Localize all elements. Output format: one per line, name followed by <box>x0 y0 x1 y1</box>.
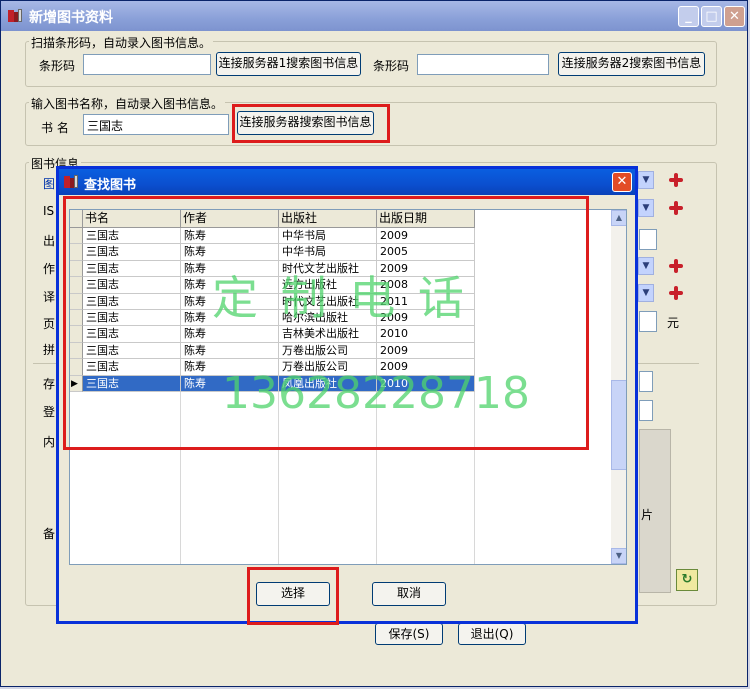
barcode-label-2: 条形码 <box>373 59 410 73</box>
scroll-down-arrow-icon[interactable]: ▼ <box>611 548 626 564</box>
save-button[interactable]: 保存(S) <box>375 623 443 645</box>
scroll-up-arrow-icon[interactable]: ▲ <box>611 210 626 226</box>
add-type-plus-icon[interactable] <box>669 173 683 187</box>
type-dropdown-arrow[interactable]: ▼ <box>638 171 654 189</box>
info-label-pinyin: 拼 <box>43 343 56 357</box>
search-server1-button[interactable]: 连接服务器1搜索图书信息 <box>216 52 361 76</box>
dialog-close-icon: ✕ <box>616 174 628 189</box>
maximize-button[interactable]: □ <box>701 6 722 27</box>
watermark-text-line1: 定 制 电 话 <box>212 271 468 325</box>
exit-button[interactable]: 退出(Q) <box>458 623 526 645</box>
info-label-remark: 备 <box>43 527 56 541</box>
name-group-legend: 输入图书名称，自动录入图书信息。 <box>29 95 226 112</box>
add-author-plus-icon[interactable] <box>669 259 683 273</box>
barcode-label-1: 条形码 <box>39 59 76 73</box>
add-translator-plus-icon[interactable] <box>669 286 683 300</box>
main-title-bar[interactable]: 新增图书资料 _ □ ✕ <box>1 1 747 31</box>
info-label-type: 图 <box>43 177 56 191</box>
dialog-title: 查找图书 <box>84 178 137 193</box>
info-label-author: 作 <box>43 262 56 276</box>
app-book-icon <box>7 8 23 24</box>
publisher-field-edge[interactable] <box>639 229 657 250</box>
close-button[interactable]: ✕ <box>724 6 745 27</box>
isbn-dropdown-arrow[interactable]: ▼ <box>638 199 654 217</box>
info-label-isbn: IS <box>43 204 55 218</box>
price-field-edge[interactable] <box>639 311 657 332</box>
cancel-button[interactable]: 取消 <box>372 582 446 606</box>
maximize-icon: □ <box>705 9 718 24</box>
photo-label-fragment: 片 <box>641 508 654 522</box>
info-label-stock: 存 <box>43 377 56 391</box>
main-window-title: 新增图书资料 <box>29 10 113 26</box>
search-server2-button[interactable]: 连接服务器2搜索图书信息 <box>558 52 705 76</box>
info-label-pages: 页 <box>43 317 56 331</box>
author-dropdown-arrow[interactable]: ▼ <box>638 257 654 275</box>
scroll-thumb[interactable] <box>611 380 626 470</box>
close-icon: ✕ <box>729 9 740 24</box>
info-label-translator: 译 <box>43 290 56 304</box>
book-name-input[interactable]: 三国志 <box>83 114 229 135</box>
dialog-close-button[interactable]: ✕ <box>612 172 632 192</box>
highlight-box-select <box>247 567 339 625</box>
translator-dropdown-arrow[interactable]: ▼ <box>638 284 654 302</box>
highlight-box-search <box>232 104 390 143</box>
info-label-publisher: 出 <box>43 234 56 248</box>
grid-vertical-scrollbar[interactable]: ▲ ▼ <box>611 210 626 564</box>
minimize-icon: _ <box>685 9 692 24</box>
minimize-button[interactable]: _ <box>678 6 699 27</box>
register-field-edge[interactable] <box>639 400 653 421</box>
dialog-title-bar[interactable]: 查找图书 ✕ <box>59 169 635 195</box>
upload-photo-arrow-icon[interactable]: ↻ <box>676 569 698 591</box>
scan-group-legend: 扫描条形码，自动录入图书信息。 <box>29 34 214 51</box>
info-label-content: 内 <box>43 435 56 449</box>
stock-field-edge[interactable] <box>639 371 653 392</box>
info-label-register: 登 <box>43 405 56 419</box>
barcode-input-2[interactable] <box>417 54 549 75</box>
add-isbn-plus-icon[interactable] <box>669 201 683 215</box>
barcode-input-1[interactable] <box>83 54 211 75</box>
watermark-phone-number: 13628228718 <box>222 368 530 419</box>
book-name-label: 书 名 <box>41 121 69 135</box>
price-unit: 元 <box>667 316 680 330</box>
dialog-book-icon <box>63 174 79 190</box>
